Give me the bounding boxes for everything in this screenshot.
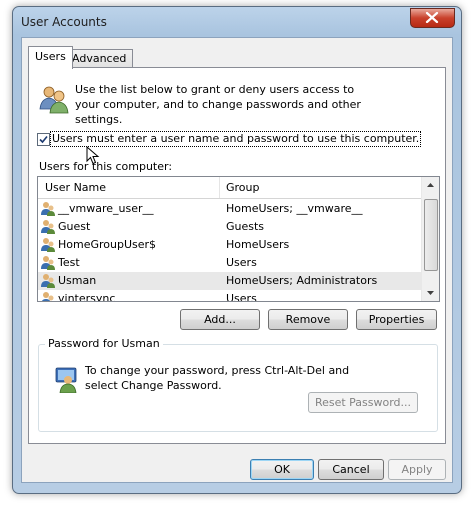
- remove-button[interactable]: Remove: [268, 309, 348, 330]
- require-login-checkbox[interactable]: [37, 133, 50, 146]
- column-header-user-name[interactable]: User Name: [45, 181, 106, 194]
- users-icon: [39, 86, 69, 114]
- column-divider[interactable]: [219, 177, 220, 198]
- chevron-up-icon: [427, 183, 434, 187]
- dialog-content: Users Advanced Use the list below to gra…: [21, 37, 453, 483]
- user-name: HomeGroupUser$: [58, 238, 157, 251]
- user-password-icon: [55, 367, 77, 393]
- apply-button[interactable]: Apply: [388, 459, 446, 480]
- mouse-cursor-icon: [86, 146, 100, 165]
- close-button[interactable]: [410, 8, 455, 28]
- user-accounts-window: User Accounts Users Advanced Use the lis…: [12, 6, 462, 494]
- scrollbar-thumb[interactable]: [424, 199, 438, 271]
- password-groupbox: Password for Usman To change your passwo…: [38, 337, 438, 432]
- users-tab-panel: Use the list below to grant or deny user…: [28, 67, 446, 444]
- user-group: HomeUsers; __vmware__: [226, 202, 363, 215]
- list-item[interactable]: Test Users: [38, 254, 421, 272]
- add-button[interactable]: Add...: [180, 309, 260, 330]
- users-list[interactable]: User Name Group __vmware_user__ HomeUser…: [37, 176, 440, 302]
- user-icon: [41, 238, 55, 252]
- chevron-down-icon: [427, 291, 434, 295]
- user-group: HomeUsers; Administrators: [226, 274, 378, 287]
- user-group: Users: [226, 256, 257, 269]
- title-bar[interactable]: User Accounts: [13, 7, 461, 37]
- window-title: User Accounts: [21, 15, 107, 29]
- user-icon: [41, 202, 55, 216]
- user-group: Users: [226, 292, 257, 302]
- password-group-title: Password for Usman: [45, 337, 163, 350]
- properties-button[interactable]: Properties: [356, 309, 437, 330]
- user-icon: [41, 220, 55, 234]
- cancel-button[interactable]: Cancel: [318, 459, 384, 480]
- tab-advanced-label: Advanced: [72, 52, 127, 65]
- list-item[interactable]: __vmware_user__ HomeUsers; __vmware__: [38, 200, 421, 218]
- close-icon: [425, 12, 439, 23]
- reset-password-button[interactable]: Reset Password...: [308, 392, 418, 413]
- user-icon: [41, 274, 55, 288]
- user-icon: [41, 256, 55, 270]
- vertical-scrollbar[interactable]: [421, 177, 439, 301]
- list-item[interactable]: Guest Guests: [38, 218, 421, 236]
- password-instructions: To change your password, press Ctrl-Alt-…: [85, 364, 350, 392]
- list-item[interactable]: HomeGroupUser$ HomeUsers: [38, 236, 421, 254]
- user-name: Test: [58, 256, 80, 269]
- list-header: User Name Group: [38, 177, 421, 199]
- tab-advanced[interactable]: Advanced: [65, 49, 134, 68]
- scroll-up-button[interactable]: [422, 177, 439, 194]
- user-group: Guests: [226, 220, 265, 233]
- tab-users-label: Users: [35, 50, 66, 63]
- users-for-computer-label: Users for this computer:: [39, 160, 173, 173]
- ok-button[interactable]: OK: [250, 459, 314, 480]
- scroll-down-button[interactable]: [422, 284, 439, 301]
- intro-text: Use the list below to grant or deny user…: [75, 83, 361, 126]
- checkmark-icon: [39, 135, 48, 144]
- column-header-group[interactable]: Group: [226, 181, 260, 194]
- list-item-selected[interactable]: Usman HomeUsers; Administrators: [38, 272, 421, 290]
- user-group: HomeUsers: [226, 238, 290, 251]
- user-name: Usman: [58, 274, 97, 287]
- user-name: __vmware_user__: [58, 202, 154, 215]
- user-name: vintersync: [58, 292, 116, 302]
- tab-users[interactable]: Users: [28, 46, 73, 69]
- user-name: Guest: [58, 220, 91, 233]
- list-item[interactable]: vintersync Users: [38, 290, 421, 302]
- user-icon: [41, 292, 54, 301]
- require-login-label[interactable]: Users must enter a user name and passwor…: [50, 131, 422, 147]
